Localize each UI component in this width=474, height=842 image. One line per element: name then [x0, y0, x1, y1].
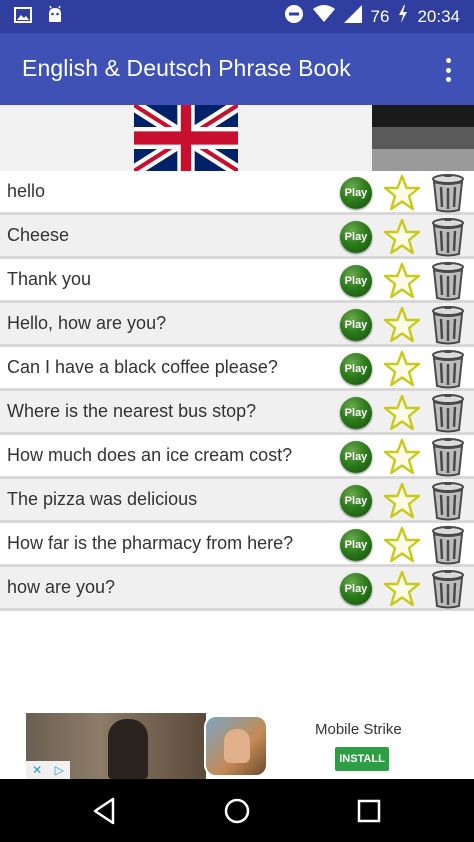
trash-icon[interactable] — [428, 261, 468, 301]
phrase-text: Hello, how are you? — [7, 313, 167, 333]
trash-icon[interactable] — [428, 481, 468, 521]
phrase-text: Can I have a black coffee please? — [7, 357, 278, 377]
ad-app-icon — [204, 715, 268, 777]
recents-icon[interactable] — [353, 795, 385, 827]
android-icon — [46, 5, 64, 29]
play-button[interactable]: Play — [340, 353, 372, 385]
home-icon[interactable] — [221, 795, 253, 827]
phrase-text: Thank you — [7, 269, 92, 289]
play-label: Play — [344, 407, 368, 419]
language-flag-row — [0, 99, 474, 177]
image-icon — [14, 7, 32, 28]
trash-icon[interactable] — [428, 569, 468, 609]
play-label: Play — [344, 187, 368, 199]
list-item[interactable]: How far is the pharmacy from here? Play — [0, 523, 474, 567]
play-label: Play — [344, 319, 368, 331]
install-button[interactable]: INSTALL — [335, 747, 389, 771]
app-screen: 76 20:34 English & Deutsch Phrase Book h… — [0, 0, 474, 842]
battery-charging-icon — [398, 5, 408, 28]
system-nav-bar — [0, 779, 474, 842]
play-button[interactable]: Play — [340, 485, 372, 517]
signal-icon — [343, 5, 362, 28]
adchoices-triangle-icon[interactable]: ▷ — [55, 763, 64, 777]
list-item[interactable]: Where is the nearest bus stop? Play — [0, 391, 474, 435]
status-bar: 76 20:34 — [0, 0, 474, 33]
list-item[interactable]: Hello, how are you? Play — [0, 303, 474, 347]
play-label: Play — [344, 583, 368, 595]
list-item[interactable]: How much does an ice cream cost? Play — [0, 435, 474, 479]
phrase-text: How far is the pharmacy from here? — [7, 533, 294, 553]
play-label: Play — [344, 231, 368, 243]
play-button[interactable]: Play — [340, 573, 372, 605]
play-button[interactable]: Play — [340, 265, 372, 297]
phrase-list: hello Play Cheese Play Thank you Play He… — [0, 171, 474, 611]
list-item[interactable]: how are you? Play — [0, 567, 474, 611]
star-icon[interactable] — [383, 262, 421, 300]
phrase-text: Where is the nearest bus stop? — [7, 401, 257, 421]
trash-icon[interactable] — [428, 437, 468, 477]
list-item[interactable]: hello Play — [0, 171, 474, 215]
more-vert-icon[interactable] — [440, 55, 456, 85]
star-icon[interactable] — [383, 482, 421, 520]
german-flag-icon[interactable] — [372, 105, 474, 171]
ad-banner[interactable]: Mobile Strike INSTALL ✕ ▷ — [26, 713, 448, 779]
play-label: Play — [344, 539, 368, 551]
ad-title: Mobile Strike — [315, 721, 402, 738]
uk-flag-icon[interactable] — [131, 99, 241, 177]
phrase-text: hello — [7, 181, 46, 201]
ad-choices-icon[interactable]: ✕ ▷ — [26, 761, 70, 779]
phrase-text: How much does an ice cream cost? — [7, 445, 293, 465]
trash-icon[interactable] — [428, 393, 468, 433]
list-item[interactable]: The pizza was delicious Play — [0, 479, 474, 523]
trash-icon[interactable] — [428, 525, 468, 565]
trash-icon[interactable] — [428, 217, 468, 257]
phrase-text: how are you? — [7, 577, 116, 597]
play-button[interactable]: Play — [340, 397, 372, 429]
star-icon[interactable] — [383, 570, 421, 608]
star-icon[interactable] — [383, 350, 421, 388]
back-icon[interactable] — [89, 795, 121, 827]
close-ad-icon[interactable]: ✕ — [32, 763, 42, 777]
phrase-text: The pizza was delicious — [7, 489, 198, 509]
trash-icon[interactable] — [428, 305, 468, 345]
battery-level: 76 — [370, 6, 390, 26]
play-button[interactable]: Play — [340, 441, 372, 473]
play-label: Play — [344, 275, 368, 287]
star-icon[interactable] — [383, 394, 421, 432]
star-icon[interactable] — [383, 306, 421, 344]
app-title: English & Deutsch Phrase Book — [22, 55, 351, 81]
play-button[interactable]: Play — [340, 221, 372, 253]
trash-icon[interactable] — [428, 349, 468, 389]
list-item[interactable]: Cheese Play — [0, 215, 474, 259]
play-label: Play — [344, 451, 368, 463]
star-icon[interactable] — [383, 438, 421, 476]
do-not-disturb-icon — [284, 4, 304, 29]
play-button[interactable]: Play — [340, 309, 372, 341]
trash-icon[interactable] — [428, 173, 468, 213]
play-button[interactable]: Play — [340, 177, 372, 209]
play-button[interactable]: Play — [340, 529, 372, 561]
clock: 20:34 — [417, 6, 460, 26]
play-label: Play — [344, 495, 368, 507]
play-label: Play — [344, 363, 368, 375]
star-icon[interactable] — [383, 526, 421, 564]
list-item[interactable]: Thank you Play — [0, 259, 474, 303]
phrase-text: Cheese — [7, 225, 70, 245]
star-icon[interactable] — [383, 174, 421, 212]
star-icon[interactable] — [383, 218, 421, 256]
wifi-icon — [312, 5, 335, 28]
list-item[interactable]: Can I have a black coffee please? Play — [0, 347, 474, 391]
app-bar: English & Deutsch Phrase Book — [0, 33, 474, 105]
